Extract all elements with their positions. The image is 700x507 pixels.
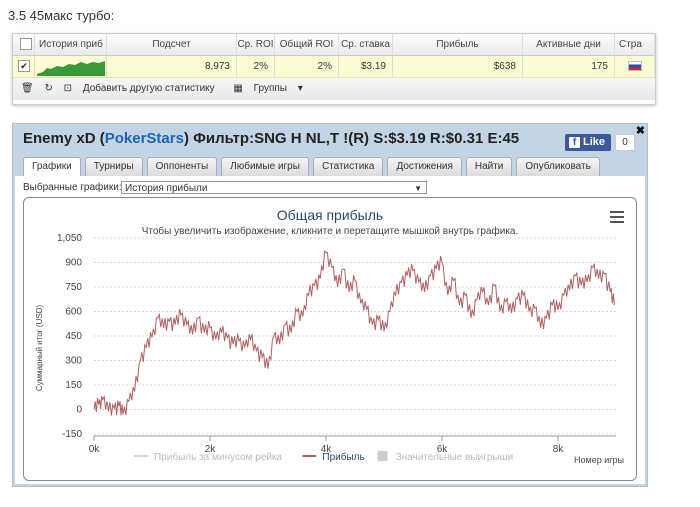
cell-country	[615, 56, 655, 78]
cell-total-roi: 2%	[275, 56, 339, 78]
profit-chart[interactable]: Общая прибыль Чтобы увеличить изображени…	[24, 198, 636, 480]
stats-data-row[interactable]: ✔ 8,973 2% 2% $3.19 $638 175	[13, 56, 655, 78]
y-tick-label: 1,050	[57, 233, 82, 244]
stats-toolbar: 🗑 ↻ ⊡ Добавить другую статистику ▦ Групп…	[13, 78, 655, 100]
graph-select-label: Выбранные графики:	[23, 182, 122, 193]
chart-grid	[94, 237, 616, 437]
series-line-profit	[93, 250, 615, 416]
header-profit-history[interactable]: История приб	[35, 34, 107, 56]
close-icon[interactable]: ✖	[636, 124, 645, 137]
chart-subtitle: Чтобы увеличить изображение, кликните и …	[142, 225, 519, 237]
y-tick-label: 900	[65, 258, 82, 269]
select-all-checkbox[interactable]	[20, 38, 32, 51]
trash-icon[interactable]: 🗑	[21, 83, 34, 94]
legend-item[interactable]: Прибыль	[322, 451, 364, 463]
panel-tabs: Графики Турниры Оппоненты Любимые игры С…	[23, 157, 600, 176]
cell-active-days: 175	[523, 56, 615, 78]
tab-tournaments[interactable]: Турниры	[84, 157, 143, 176]
row-checkbox-cell[interactable]: ✔	[13, 56, 35, 78]
chart-container[interactable]: Общая прибыль Чтобы увеличить изображени…	[23, 197, 637, 481]
chart-legend[interactable]: Прибыль за минусом рейка Прибыль Значитель…	[134, 451, 513, 463]
tab-graphs[interactable]: Графики	[23, 157, 81, 176]
y-tick-label: -150	[62, 429, 82, 440]
table-icon: ▦	[233, 83, 246, 94]
refresh-icon[interactable]: ↻	[44, 83, 52, 94]
header-count[interactable]: Подсчет	[107, 34, 237, 56]
site-link[interactable]: PokerStars	[105, 130, 184, 147]
header-select-all[interactable]	[13, 34, 35, 56]
legend-item[interactable]: Значительные выигрыши	[396, 452, 514, 463]
groups-button[interactable]: ▦ Группы ▾	[233, 83, 310, 94]
tab-find[interactable]: Найти	[465, 157, 513, 176]
like-count: 0	[615, 134, 635, 151]
row-checkbox[interactable]: ✔	[18, 60, 30, 73]
header-avg-stake[interactable]: Ср. ставка	[339, 34, 393, 56]
dropdown-arrow-icon: ▼	[414, 184, 422, 193]
x-tick-label: 8k	[553, 444, 565, 455]
panel-title: Enemy xD (PokerStars) Фильтр:SNG H NL,T …	[23, 130, 520, 147]
x-tick-label: 0k	[89, 444, 101, 455]
legend-swatch	[377, 451, 388, 461]
tab-publish[interactable]: Опубликовать	[516, 157, 600, 176]
chart-title: Общая прибыль	[277, 207, 383, 223]
cell-avg-roi: 2%	[237, 56, 275, 78]
chart-series	[93, 250, 615, 416]
facebook-icon: f	[569, 137, 580, 148]
legend-item[interactable]: Прибыль за минусом рейка	[154, 451, 283, 463]
cell-count: 8,973	[107, 56, 237, 78]
player-name: Enemy xD	[23, 130, 96, 147]
tab-opponents[interactable]: Оппоненты	[146, 157, 218, 176]
filter-text: Фильтр:SNG H NL,T !(R) S:$3.19 R:$0.31 E…	[188, 130, 520, 147]
x-axis-label: Номер игры	[574, 455, 624, 465]
mini-profit-graph	[35, 56, 107, 78]
y-tick-label: 0	[76, 405, 82, 416]
header-active-days[interactable]: Активные дни	[523, 34, 615, 56]
russia-flag-icon	[627, 61, 642, 72]
stats-table: История приб Подсчет Ср. ROI Общий ROI С…	[12, 33, 656, 105]
add-icon: ⊡	[63, 83, 75, 94]
cell-profit: $638	[393, 56, 523, 78]
y-tick-label: 150	[65, 380, 82, 391]
chevron-down-icon: ▾	[294, 83, 303, 94]
graph-select[interactable]: История прибыли ▼	[121, 181, 427, 194]
add-statistics-button[interactable]: ⊡ Добавить другую статистику	[64, 83, 223, 94]
stats-header-row: История приб Подсчет Ср. ROI Общий ROI С…	[13, 34, 655, 56]
y-tick-label: 600	[65, 307, 82, 318]
section-caption: 3.5 45макс турбо:	[8, 8, 115, 23]
y-tick-label: 300	[65, 356, 82, 367]
y-axis-ticks: 1,050 900 750 600 450 300 150 0 -150	[57, 233, 82, 440]
facebook-like-button[interactable]: f Like	[565, 134, 611, 151]
menu-icon[interactable]	[610, 211, 624, 223]
cell-avg-stake: $3.19	[339, 56, 393, 78]
y-axis-label: Суммарный итог (USD)	[35, 305, 44, 392]
sparkline	[37, 61, 105, 76]
tab-statistics[interactable]: Статистика	[312, 157, 384, 176]
header-total-roi[interactable]: Общий ROI	[275, 34, 339, 56]
header-country[interactable]: Стра	[615, 34, 655, 56]
y-tick-label: 450	[65, 331, 82, 342]
header-profit[interactable]: Прибыль	[393, 34, 523, 56]
panel-body: Выбранные графики: История прибыли ▼ Обща…	[15, 176, 645, 484]
header-avg-roi[interactable]: Ср. ROI	[237, 34, 275, 56]
tab-favorite-games[interactable]: Любимые игры	[221, 157, 309, 176]
tab-achievements[interactable]: Достижения	[387, 157, 462, 176]
player-panel: Enemy xD (PokerStars) Фильтр:SNG H NL,T …	[12, 123, 648, 487]
y-tick-label: 750	[65, 282, 82, 293]
